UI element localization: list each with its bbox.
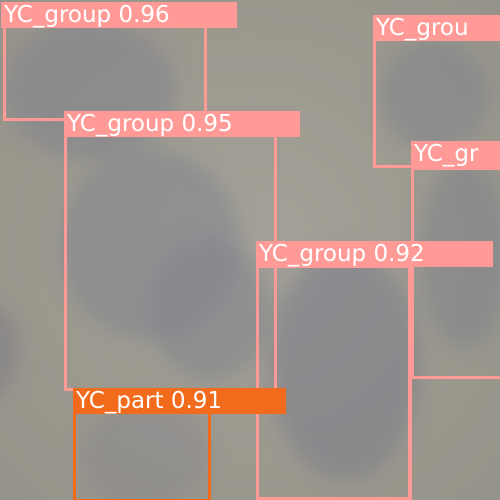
detection-image: YC_group 0.96 YC_grou YC_gr YC_group 0.9… (0, 0, 500, 500)
detection-box-yc-group (411, 167, 500, 379)
detection-box-yc-group (256, 265, 411, 500)
detection-label: YC_group 0.96 (1, 2, 237, 28)
detection-label: YC_group 0.95 (64, 111, 300, 137)
detection-label: YC_part 0.91 (73, 388, 286, 414)
detection-box-yc-group (64, 133, 277, 391)
detection-box-yc-part (73, 410, 211, 500)
detection-label: YC_group 0.92 (256, 241, 493, 267)
detection-box-yc-group (3, 24, 207, 121)
detection-label: YC_gr (411, 141, 500, 167)
detection-label: YC_grou (373, 15, 500, 41)
detection-box-yc-group (409, 376, 500, 500)
colony-blob (0, 300, 20, 400)
